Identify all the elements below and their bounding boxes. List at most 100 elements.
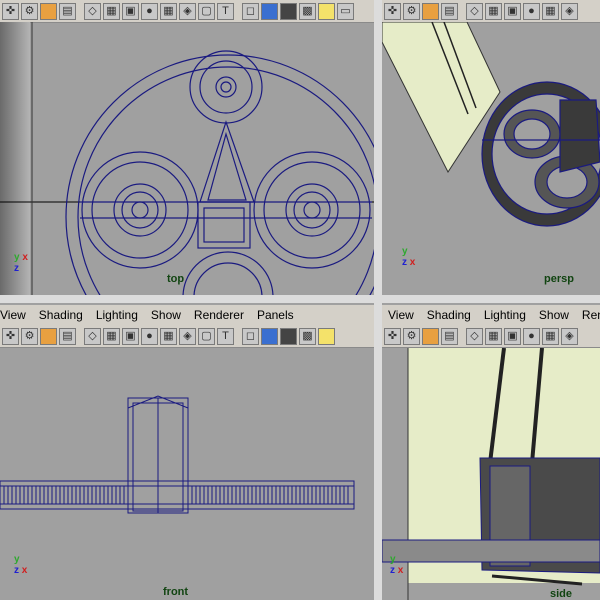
lights-icon[interactable]: ● (523, 2, 540, 20)
bookmark-icon[interactable] (422, 327, 439, 345)
axis-z-label: z (402, 257, 407, 268)
grid-icon[interactable]: ▦ (542, 2, 559, 20)
axis-gizmo: y x z (14, 252, 28, 274)
menu-view[interactable]: View (0, 308, 26, 322)
wireframe-icon[interactable]: ◇ (84, 327, 101, 345)
front-view-wireframe (0, 395, 355, 514)
smooth-shade-icon[interactable]: ▦ (103, 2, 120, 20)
textured-icon[interactable]: ▣ (122, 327, 139, 345)
textured-icon[interactable]: ▣ (122, 2, 139, 20)
camera-attr-icon[interactable]: ⚙ (21, 2, 38, 20)
grid-icon[interactable]: ▦ (542, 327, 559, 345)
toolbar-separator (78, 328, 82, 345)
wireframe-icon[interactable]: ◇ (84, 2, 101, 20)
viewport-top[interactable]: ✜ ⚙ ▤ ◇ ▦ ▣ ● ▦ ◈ ▢ T ◻ ▩ ▭ y x z top (0, 0, 374, 295)
axis-x-label: x (21, 565, 28, 576)
wireframe-icon[interactable]: ◇ (466, 2, 483, 20)
viewport-label-side: side (550, 588, 573, 600)
viewport-toolbar: ✜ ⚙ ▤ ◇ ▦ ▣ ● ▦ ◈ ▢ T ◻ ▩ ▭ (0, 0, 374, 23)
viewport-canvas[interactable]: y z x persp (382, 22, 600, 295)
menu-show[interactable]: Show (151, 308, 181, 322)
bookmark-icon[interactable] (422, 2, 439, 20)
menu-lighting[interactable]: Lighting (484, 308, 526, 322)
light-bulb-icon[interactable] (318, 2, 335, 20)
toolbar-separator (236, 3, 240, 20)
viewport-front[interactable]: View Shading Lighting Show Renderer Pane… (0, 303, 374, 600)
grid-icon[interactable]: ▦ (160, 2, 177, 20)
axis-x-label: x (409, 257, 416, 268)
lights-icon[interactable]: ● (141, 327, 158, 345)
checker-icon[interactable]: ▩ (299, 327, 316, 345)
dark-cube-icon[interactable] (280, 2, 297, 20)
viewport-side[interactable]: View Shading Lighting Show Rende ✜ ⚙ ▤ ◇… (382, 303, 600, 600)
panel-menu-bar: View Shading Lighting Show Rende (382, 305, 600, 325)
axis-z-label: z (14, 263, 19, 274)
image-plane-icon[interactable]: ▤ (441, 327, 458, 345)
smooth-shade-icon[interactable]: ▦ (485, 327, 502, 345)
camera-icon[interactable]: ✜ (2, 327, 19, 345)
axis-gizmo: y z x (390, 554, 403, 576)
shaded-cube-icon[interactable] (261, 2, 278, 20)
toolbar-separator (78, 3, 82, 20)
bookmark-icon[interactable] (40, 327, 57, 345)
shaded-cube-icon[interactable] (261, 327, 278, 345)
viewport-toolbar: ✜ ⚙ ▤ ◇ ▦ ▣ ● ▦ ◈ (382, 0, 600, 23)
xray-icon[interactable]: ◈ (561, 327, 578, 345)
menu-renderer[interactable]: Renderer (194, 308, 244, 322)
camera-attr-icon[interactable]: ⚙ (21, 327, 38, 345)
grid-icon[interactable]: ▦ (160, 327, 177, 345)
camera-attr-icon[interactable]: ⚙ (403, 327, 420, 345)
viewport-persp[interactable]: ✜ ⚙ ▤ ◇ ▦ ▣ ● ▦ ◈ y z x persp (382, 0, 600, 295)
menu-view[interactable]: View (388, 308, 414, 322)
menu-renderer[interactable]: Rende (582, 308, 600, 322)
bookmark-icon[interactable] (40, 2, 57, 20)
menu-show[interactable]: Show (539, 308, 569, 322)
axis-x-label: x (22, 252, 28, 263)
smooth-shade-icon[interactable]: ▦ (485, 2, 502, 20)
image-plane-icon[interactable]: ▤ (441, 2, 458, 20)
side-view-model (382, 348, 600, 600)
toolbar-separator (460, 3, 464, 20)
menu-panels[interactable]: Panels (257, 308, 294, 322)
cube-icon[interactable]: ◻ (242, 327, 259, 345)
camera-icon[interactable]: ✜ (2, 2, 19, 20)
image-plane-icon[interactable]: ▤ (59, 327, 76, 345)
textured-icon[interactable]: ▣ (504, 327, 521, 345)
camera-attr-icon[interactable]: ⚙ (403, 2, 420, 20)
camera-icon[interactable]: ✜ (384, 2, 401, 20)
axis-y-label: y (14, 252, 20, 263)
top-view-wireframe (0, 22, 374, 295)
dark-cube-icon[interactable] (280, 327, 297, 345)
wireframe-icon[interactable]: ◇ (466, 327, 483, 345)
viewport-label-persp: persp (544, 273, 574, 285)
viewport-canvas[interactable]: y z x front (0, 348, 374, 600)
viewport-canvas[interactable]: y x z top (0, 22, 374, 295)
textured-icon[interactable]: ▣ (504, 2, 521, 20)
menu-lighting[interactable]: Lighting (96, 308, 138, 322)
light-bulb-icon[interactable] (318, 327, 335, 345)
axis-z-label: z (390, 565, 395, 576)
smooth-shade-icon[interactable]: ▦ (103, 327, 120, 345)
axis-gizmo: y z x (402, 246, 415, 268)
resolution-icon[interactable]: ▢ (198, 327, 215, 345)
lights-icon[interactable]: ● (141, 2, 158, 20)
checker-icon[interactable]: ▩ (299, 2, 316, 20)
resolution-icon[interactable]: ▢ (198, 2, 215, 20)
xray-icon[interactable]: ◈ (179, 2, 196, 20)
toolbar-separator (236, 328, 240, 345)
viewport-toolbar: ✜ ⚙ ▤ ◇ ▦ ▣ ● ▦ ◈ ▢ T ◻ ▩ (0, 325, 374, 348)
pane-divider-horizontal[interactable] (0, 295, 600, 303)
cube-icon[interactable]: ◻ (242, 2, 259, 20)
xray-icon[interactable]: ◈ (561, 2, 578, 20)
isolate-icon[interactable]: T (217, 327, 234, 345)
menu-shading[interactable]: Shading (39, 308, 83, 322)
image-plane-icon[interactable]: ▤ (59, 2, 76, 20)
camera-icon[interactable]: ✜ (384, 327, 401, 345)
toolbar-separator (460, 328, 464, 345)
film-gate-icon[interactable]: ▭ (337, 2, 354, 20)
lights-icon[interactable]: ● (523, 327, 540, 345)
menu-shading[interactable]: Shading (427, 308, 471, 322)
xray-icon[interactable]: ◈ (179, 327, 196, 345)
isolate-icon[interactable]: T (217, 2, 234, 20)
viewport-canvas[interactable]: y z x side (382, 348, 600, 600)
